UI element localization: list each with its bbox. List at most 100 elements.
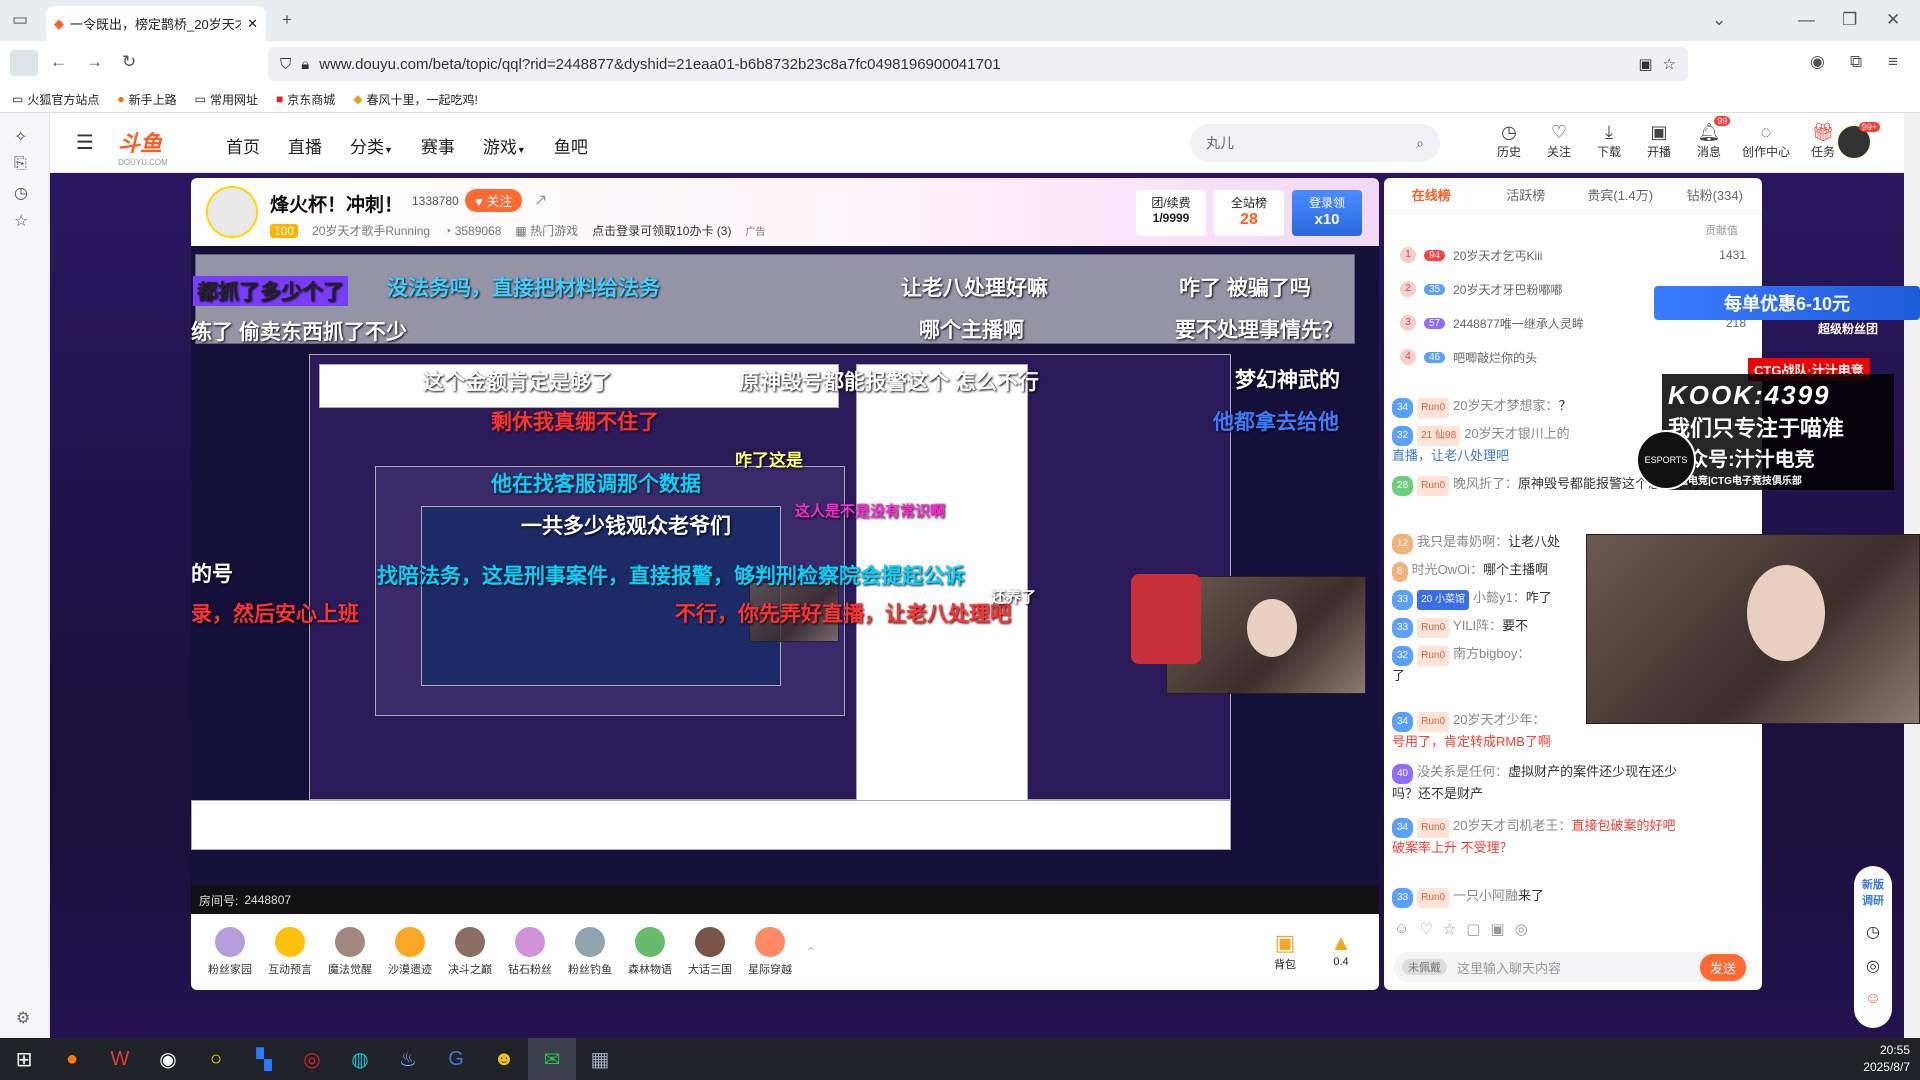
extensions-icon[interactable]: ⧉ bbox=[1850, 52, 1862, 72]
survey-link[interactable]: 新版调研 bbox=[1861, 876, 1885, 908]
header-creator[interactable]: ◌ 创作中心 bbox=[1742, 122, 1790, 160]
steam-icon[interactable]: ♨ bbox=[384, 1038, 432, 1080]
gift-item[interactable]: 决斗之巅 bbox=[445, 927, 495, 977]
wps-icon[interactable]: W bbox=[96, 1038, 144, 1080]
tab-active-rank[interactable]: 活跃榜 bbox=[1479, 178, 1574, 213]
chat-message[interactable]: 8 时光OwOi：哪个主播啊 bbox=[1392, 560, 1592, 582]
menu-icon[interactable]: ≡ bbox=[1888, 52, 1898, 72]
chat-message[interactable]: 34 Run0 20岁天才少年： 号用了，肯定转成RMB了啊 bbox=[1392, 710, 1602, 752]
tab-vip[interactable]: 贵宾(1.4万) bbox=[1573, 178, 1668, 213]
minimize-button[interactable]: — bbox=[1798, 10, 1815, 30]
sidebar-toggle-icon[interactable] bbox=[10, 50, 38, 76]
share-icon[interactable]: ↗ bbox=[534, 190, 547, 210]
chat-message[interactable]: 32 21 仙98 20岁天才银川上的 直播，让老八处理吧 bbox=[1392, 424, 1592, 466]
header-download[interactable]: ⤓ 下载 bbox=[1592, 122, 1626, 160]
chat-message[interactable]: 33 Run0 YILI阵：要不 bbox=[1392, 616, 1592, 638]
gift-item[interactable]: 星际穿越 bbox=[745, 927, 795, 977]
settings-icon[interactable]: ⚙ bbox=[16, 1008, 30, 1028]
chat-message[interactable]: 40 没关系是任何：虚拟财产的案件还少现在还少吗？还不是财产 bbox=[1392, 762, 1692, 804]
douyu-logo[interactable]: 斗鱼 DOUYU.COM bbox=[118, 126, 168, 167]
gift-item[interactable]: 互动预言 bbox=[265, 927, 315, 977]
video-player[interactable]: 房间号: 2448807 都抓了多少个了 没法务吗，直接把材料给法务 让老八处理好… bbox=[191, 246, 1379, 914]
reader-icon[interactable]: ▣ bbox=[1638, 55, 1652, 73]
chat-message[interactable]: 33 20 小菜馆 小懿y1：咋了 bbox=[1392, 588, 1592, 610]
app-icon[interactable]: ▚ bbox=[240, 1038, 288, 1080]
history-icon[interactable]: ◷ bbox=[14, 183, 28, 203]
hamburger-icon[interactable]: ☰ bbox=[76, 130, 94, 155]
nav-home[interactable]: 首页 bbox=[226, 133, 260, 158]
card-icon[interactable]: ▣ bbox=[1490, 920, 1504, 938]
back-icon[interactable]: ← bbox=[50, 52, 67, 72]
unworn-badge[interactable]: 未佩戴 bbox=[1402, 959, 1447, 975]
system-clock[interactable]: 20:55 2025/8/7 bbox=[1863, 1042, 1910, 1076]
netease-icon[interactable]: ◎ bbox=[288, 1038, 336, 1080]
login-tip[interactable]: 点击登录可领取10办卡 (3) bbox=[592, 222, 731, 239]
target-icon[interactable]: ◎ bbox=[1866, 956, 1880, 976]
header-history[interactable]: ◷ 历史 bbox=[1492, 122, 1526, 160]
follow-button[interactable]: ♥ 关注 bbox=[465, 189, 523, 212]
app-icon[interactable]: G bbox=[432, 1038, 480, 1080]
header-tasks[interactable]: 🎁︎ 任务 bbox=[1806, 122, 1840, 160]
ai-icon[interactable]: ✧ bbox=[14, 127, 27, 147]
restore-button[interactable]: ❐ bbox=[1842, 10, 1857, 30]
nav-live[interactable]: 直播 bbox=[288, 133, 322, 158]
forward-icon[interactable]: → bbox=[86, 52, 103, 72]
chat-input[interactable]: 这里输入聊天内容 bbox=[1457, 958, 1561, 977]
search-box[interactable]: 丸儿 ⌕ bbox=[1190, 124, 1440, 162]
user-avatar[interactable]: 99+ bbox=[1836, 122, 1880, 160]
obs-icon[interactable]: ◉ bbox=[144, 1038, 192, 1080]
category-link[interactable]: ▦ 热门游戏 bbox=[515, 222, 578, 239]
reload-icon[interactable]: ↻ bbox=[122, 52, 136, 72]
header-follow[interactable]: ♡ 关注 bbox=[1542, 122, 1576, 160]
timer-icon[interactable]: ◷ bbox=[1866, 922, 1880, 942]
search-input[interactable]: 丸儿 bbox=[1206, 133, 1234, 153]
search-icon[interactable]: ⌕ bbox=[1416, 135, 1424, 152]
gift-item[interactable]: 粉丝钓鱼 bbox=[565, 927, 615, 977]
wechat-icon[interactable]: ✉ bbox=[528, 1038, 576, 1080]
gift-item[interactable]: 森林物语 bbox=[625, 927, 675, 977]
tab-list-icon[interactable]: ▭ bbox=[12, 10, 28, 30]
nav-category[interactable]: 分类▼ bbox=[350, 133, 393, 158]
windows-start-icon[interactable]: ⊞ bbox=[0, 1038, 48, 1080]
new-tab-button[interactable]: + bbox=[282, 10, 292, 30]
address-bar[interactable]: ⛉ 🔒︎ www.douyu.com/beta/topic/qql?rid=24… bbox=[268, 47, 1688, 81]
gift-item[interactable]: 沙漠遗迹 bbox=[385, 927, 435, 977]
gift-item[interactable]: 魔法觉醒 bbox=[325, 927, 375, 977]
bookmark-item[interactable]: ■ 京东商城 bbox=[276, 91, 335, 108]
chat-message[interactable]: 34 Run0 20岁天才司机老王：直接包破案的好吧 破案率上升 不受理？ bbox=[1392, 816, 1692, 858]
gift-item[interactable]: 粉丝家园 bbox=[205, 927, 255, 977]
app-icon[interactable]: ◍ bbox=[336, 1038, 384, 1080]
bookmark-star-icon[interactable]: ☆ bbox=[1663, 55, 1676, 73]
nav-events[interactable]: 赛事 bbox=[421, 133, 455, 158]
star-icon[interactable]: ☆ bbox=[1443, 920, 1456, 938]
tab-dropdown-icon[interactable]: ⌄ bbox=[1712, 10, 1726, 30]
browser-tab[interactable]: ◆ 一令既出，榜定鹊桥_20岁天才歌 ✕ bbox=[46, 6, 266, 41]
app-icon[interactable]: ○ bbox=[192, 1038, 240, 1080]
bookmarks-icon[interactable]: ☆ bbox=[14, 211, 28, 231]
emoji-icon[interactable]: ☺ bbox=[1394, 920, 1409, 938]
expand-gifts-icon[interactable]: ⌃ bbox=[805, 944, 817, 961]
app-icon[interactable]: ▦ bbox=[576, 1038, 624, 1080]
sync-icon[interactable]: ⎘ bbox=[14, 155, 27, 173]
gift-item[interactable]: 钻石粉丝 bbox=[505, 927, 555, 977]
header-broadcast[interactable]: ▣ 开播 bbox=[1642, 122, 1676, 160]
account-icon[interactable]: ◉ bbox=[1810, 52, 1825, 72]
app-icon[interactable]: ☻ bbox=[480, 1038, 528, 1080]
fishball-balance[interactable]: ▲ 0.4 bbox=[1324, 930, 1358, 968]
header-messages[interactable]: 🔔︎ 99 消息 bbox=[1692, 116, 1731, 160]
sticker-icon[interactable]: ▢ bbox=[1466, 920, 1480, 938]
streamer-name[interactable]: 20岁天才歌手Running bbox=[312, 222, 430, 239]
gift-icon[interactable]: ♡ bbox=[1419, 920, 1432, 938]
close-window-button[interactable]: ✕ bbox=[1886, 10, 1900, 30]
chat-message[interactable]: 33 Run0 一只小阿融来了 bbox=[1392, 886, 1692, 908]
tab-diamond-fans[interactable]: 钻粉(334) bbox=[1668, 178, 1763, 213]
streamer-avatar[interactable] bbox=[206, 186, 258, 238]
nav-games[interactable]: 游戏▼ bbox=[483, 133, 526, 158]
chat-message[interactable]: 32 Run0 南方bigboy： 了 bbox=[1392, 644, 1592, 686]
rank-row[interactable]: 1 94 20岁天才乞丐Kiii 1431 bbox=[1384, 238, 1762, 272]
promo-banner[interactable]: 每单优惠6-10元 bbox=[1654, 286, 1920, 320]
backpack-button[interactable]: ▣ 背包 bbox=[1268, 930, 1302, 972]
bookmark-item[interactable]: ● 新手上路 bbox=[117, 91, 176, 108]
gift-item[interactable]: 大话三国 bbox=[685, 927, 735, 977]
send-button[interactable]: 发送 bbox=[1700, 954, 1747, 981]
